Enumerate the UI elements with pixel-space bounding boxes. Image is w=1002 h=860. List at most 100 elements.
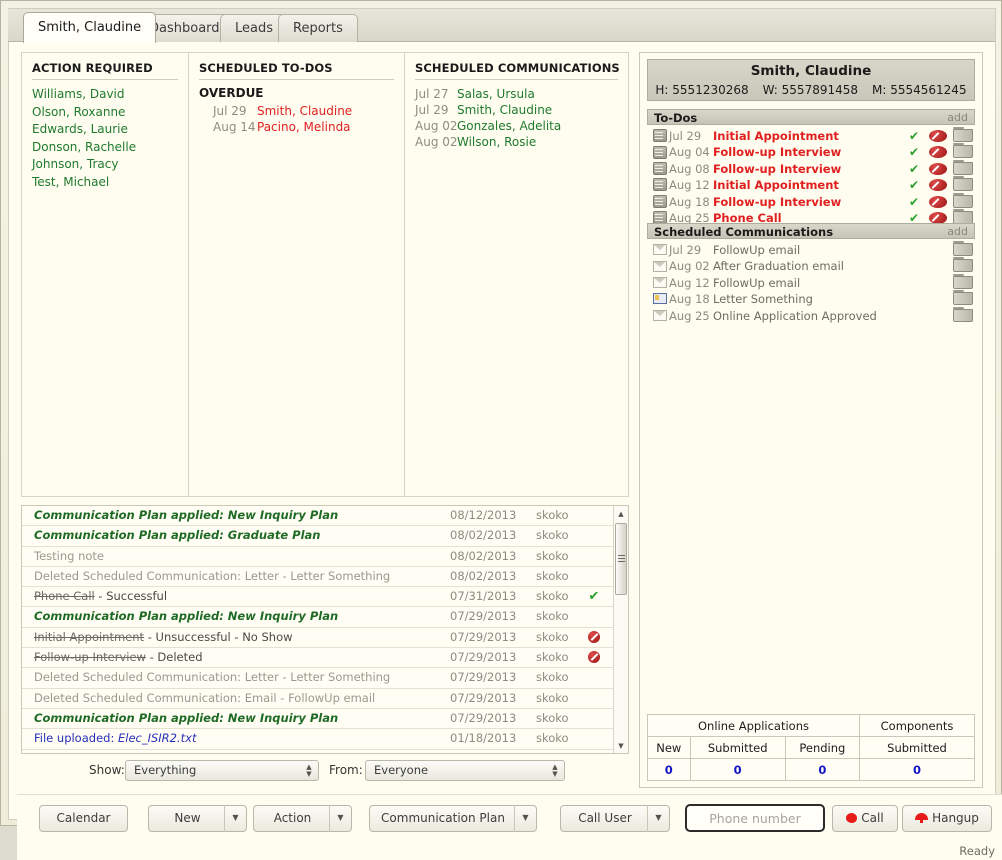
table-row[interactable]: File uploaded: Elec_ISIR2.txt 01/18/2013 s…: [22, 729, 614, 750]
action-required-item[interactable]: Test, Michael: [32, 174, 178, 192]
uploaded-file-link[interactable]: Elec_ISIR2.txt: [118, 731, 196, 745]
table-row[interactable]: Welcome email sent. 01/18/2013 skoko: [22, 750, 614, 753]
cancel-icon[interactable]: [929, 128, 947, 144]
scroll-up-icon[interactable]: ▲: [614, 506, 628, 521]
delete-icon[interactable]: [953, 159, 973, 177]
scomm-text[interactable]: After Graduation email: [713, 259, 844, 273]
new-button[interactable]: New ▼: [148, 805, 247, 832]
value-pending[interactable]: 0: [784, 758, 861, 781]
chevron-down-icon[interactable]: ▼: [329, 805, 351, 832]
mobile-phone[interactable]: M: 5554561245: [872, 83, 967, 97]
cancel-icon[interactable]: [929, 194, 947, 210]
action-required-item[interactable]: Donson, Rachelle: [32, 139, 178, 157]
scomm-text[interactable]: Letter Something: [713, 292, 813, 306]
table-row[interactable]: Initial Appointment - Unsuccessful - No …: [22, 628, 614, 649]
delete-icon[interactable]: [953, 241, 973, 258]
work-phone[interactable]: W: 5557891458: [763, 83, 858, 97]
call-button[interactable]: Call: [832, 805, 898, 832]
table-row[interactable]: Deleted Scheduled Communication: Email -…: [22, 689, 614, 709]
action-required-item[interactable]: Olson, Roxanne: [32, 104, 178, 122]
action-required-item[interactable]: Edwards, Laurie: [32, 121, 178, 139]
todo-person[interactable]: Pacino, Melinda: [257, 120, 351, 134]
table-row[interactable]: Communication Plan applied: New Inquiry …: [22, 709, 614, 730]
table-row[interactable]: Deleted Scheduled Communication: Letter …: [22, 668, 614, 689]
show-filter-select[interactable]: Everything ▲ ▼: [125, 760, 319, 781]
scomm-text[interactable]: Online Application Approved: [713, 309, 877, 323]
scomm-person[interactable]: Salas, Ursula: [457, 87, 535, 101]
activity-log-scrollbar[interactable]: ▲ ▼: [613, 506, 628, 753]
delete-icon[interactable]: [953, 143, 973, 160]
scomm-text[interactable]: FollowUp email: [713, 243, 800, 257]
todo-row[interactable]: Aug 12 Initial Appointment ✔: [647, 176, 975, 193]
delete-icon[interactable]: [953, 306, 973, 324]
todo-text[interactable]: Follow-up Interview: [713, 195, 841, 209]
scomm-text[interactable]: FollowUp email: [713, 276, 800, 290]
value-components-submitted[interactable]: 0: [859, 758, 975, 781]
chevron-down-icon[interactable]: ▼: [224, 805, 246, 832]
value-new[interactable]: 0: [647, 758, 691, 781]
call-user-button[interactable]: Call User ▼: [560, 805, 670, 832]
scomm-person[interactable]: Wilson, Rosie: [457, 135, 536, 149]
cancel-icon[interactable]: [929, 144, 947, 160]
cancel-icon[interactable]: [929, 161, 947, 177]
phone-number-input[interactable]: Phone number: [685, 804, 825, 832]
table-row[interactable]: Communication Plan applied: New Inquiry …: [22, 607, 614, 628]
tab-reports[interactable]: Reports: [278, 14, 358, 42]
todo-text[interactable]: Follow-up Interview: [713, 145, 841, 159]
complete-icon[interactable]: ✔: [905, 194, 923, 210]
tab-smith-claudine[interactable]: Smith, Claudine: [23, 12, 157, 43]
chevron-down-icon[interactable]: ▼: [514, 805, 536, 832]
todo-row[interactable]: Aug 08 Follow-up Interview ✔: [647, 159, 975, 177]
todo-text[interactable]: Initial Appointment: [713, 129, 839, 143]
table-row[interactable]: Communication Plan applied: Graduate Pla…: [22, 526, 614, 547]
communication-plan-button[interactable]: Communication Plan ▼: [369, 805, 537, 832]
action-required-item[interactable]: Williams, David: [32, 86, 178, 104]
scroll-down-icon[interactable]: ▼: [614, 738, 628, 753]
table-row[interactable]: Testing note 08/02/2013 skoko: [22, 547, 614, 567]
scrollbar-thumb[interactable]: [615, 523, 627, 595]
chevron-down-icon[interactable]: ▼: [647, 805, 669, 832]
todo-summary-row[interactable]: Jul 29 Smith, Claudine: [199, 103, 394, 119]
scomm-summary-row[interactable]: Jul 29 Smith, Claudine: [415, 102, 618, 118]
action-button[interactable]: Action ▼: [253, 805, 352, 832]
complete-icon[interactable]: ✔: [905, 177, 923, 193]
from-filter-select[interactable]: Everyone ▲ ▼: [365, 760, 565, 781]
delete-icon[interactable]: [953, 257, 973, 274]
todo-summary-row[interactable]: Aug 14Pacino, Melinda: [199, 119, 394, 135]
scomm-summary-row[interactable]: Jul 27 Salas, Ursula: [415, 86, 618, 102]
add-todo-button[interactable]: add: [947, 110, 968, 126]
action-required-item[interactable]: Johnson, Tracy: [32, 156, 178, 174]
complete-icon[interactable]: ✔: [905, 128, 923, 144]
delete-icon[interactable]: [953, 127, 973, 144]
todo-text[interactable]: Follow-up Interview: [713, 162, 841, 176]
scomm-person[interactable]: Gonzales, Adelita: [457, 119, 561, 133]
scomm-row[interactable]: Aug 18 Letter Something: [647, 290, 975, 307]
scomm-row[interactable]: Aug 02 After Graduation email: [647, 257, 975, 274]
scomm-row[interactable]: Jul 29 FollowUp email: [647, 241, 975, 258]
delete-icon[interactable]: [953, 273, 973, 291]
table-row[interactable]: Deleted Scheduled Communication: Letter …: [22, 567, 614, 588]
todo-row[interactable]: Aug 18 Follow-up Interview ✔: [647, 192, 975, 210]
scomm-person[interactable]: Smith, Claudine: [457, 103, 552, 117]
todo-row[interactable]: Aug 04 Follow-up Interview ✔: [647, 143, 975, 160]
value-submitted[interactable]: 0: [689, 758, 786, 781]
hangup-button[interactable]: Hangup: [902, 805, 992, 832]
calendar-button[interactable]: Calendar: [39, 805, 128, 832]
cancel-icon[interactable]: [929, 177, 947, 193]
home-phone[interactable]: H: 5551230268: [655, 83, 748, 97]
delete-icon[interactable]: [953, 176, 973, 193]
table-row[interactable]: Communication Plan applied: New Inquiry …: [22, 506, 614, 527]
add-scomm-button[interactable]: add: [947, 224, 968, 240]
complete-icon[interactable]: ✔: [905, 144, 923, 160]
scomm-summary-row[interactable]: Aug 02Gonzales, Adelita: [415, 118, 618, 134]
todo-person[interactable]: Smith, Claudine: [257, 104, 352, 118]
delete-icon[interactable]: [953, 290, 973, 307]
scomm-row[interactable]: Aug 12 FollowUp email: [647, 273, 975, 291]
table-row[interactable]: Phone Call - Successful 07/31/2013 skoko ✔: [22, 587, 614, 608]
complete-icon[interactable]: ✔: [905, 161, 923, 177]
table-row[interactable]: Follow-up Interview - Deleted 07/29/2013 s…: [22, 648, 614, 669]
todo-text[interactable]: Initial Appointment: [713, 178, 839, 192]
scomm-row[interactable]: Aug 25 Online Application Approved: [647, 306, 975, 324]
delete-icon[interactable]: [953, 192, 973, 210]
scomm-summary-row[interactable]: Aug 02Wilson, Rosie: [415, 134, 618, 150]
